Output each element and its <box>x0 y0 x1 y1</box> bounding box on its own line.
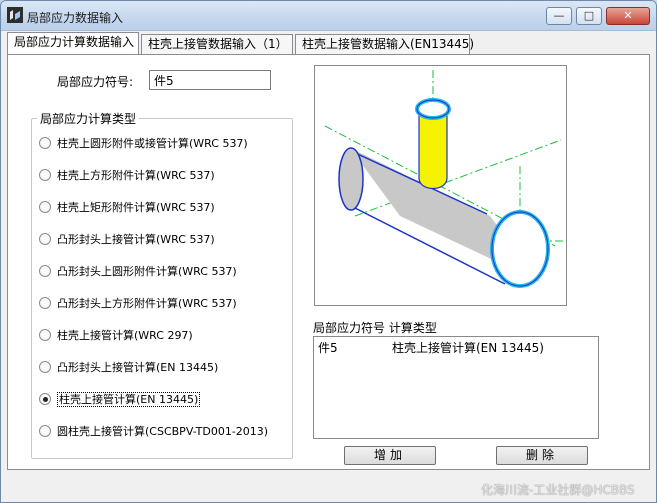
dialog-window: 局部应力数据输入 — □ ✕ 局部应力计算数据输入 柱壳上接管数据输入（1） 柱… <box>0 0 657 503</box>
symbol-input[interactable] <box>149 70 271 90</box>
title-bar[interactable]: 局部应力数据输入 — □ ✕ <box>1 1 656 31</box>
radio-button[interactable] <box>39 329 51 341</box>
radio-option[interactable]: 凸形封头上接管计算(EN 13445) <box>39 359 218 377</box>
radio-button[interactable] <box>39 201 51 213</box>
list-item-type: 柱壳上接管计算(EN 13445) <box>392 341 544 355</box>
radio-button[interactable] <box>39 393 51 405</box>
radio-label: 柱壳上圆形附件或接管计算(WRC 537) <box>57 137 248 150</box>
radio-label: 柱壳上方形附件计算(WRC 537) <box>57 169 215 182</box>
radio-label: 凸形封头上接管计算(WRC 537) <box>57 233 215 246</box>
watermark-text: 化海川流-工业社群@HCBBS <box>481 483 635 497</box>
radio-option[interactable]: 柱壳上接管计算(WRC 297) <box>39 327 193 345</box>
radio-label: 凸形封头上圆形附件计算(WRC 537) <box>57 265 237 278</box>
list-item-symbol: 件5 <box>318 341 338 355</box>
tab-shell-nozzle-input-en13445[interactable]: 柱壳上接管数据输入(EN13445) <box>295 34 474 54</box>
radio-label: 柱壳上矩形附件计算(WRC 537) <box>57 201 215 214</box>
window-title: 局部应力数据输入 <box>27 11 124 25</box>
list-header: 局部应力符号 计算类型 <box>313 321 437 335</box>
radio-label: 柱壳上接管计算(EN 13445) <box>57 392 201 407</box>
radio-button[interactable] <box>39 297 51 309</box>
radio-label: 柱壳上接管计算(WRC 297) <box>57 329 193 342</box>
stress-list[interactable]: 件5 柱壳上接管计算(EN 13445) <box>313 336 599 439</box>
radio-option[interactable]: 柱壳上圆形附件或接管计算(WRC 537) <box>39 135 248 153</box>
calc-type-group-title: 局部应力计算类型 <box>37 110 140 127</box>
radio-option[interactable]: 柱壳上方形附件计算(WRC 537) <box>39 167 215 185</box>
list-item[interactable]: 件5 柱壳上接管计算(EN 13445) <box>318 339 544 356</box>
radio-option[interactable]: 柱壳上矩形附件计算(WRC 537) <box>39 199 215 217</box>
delete-button[interactable]: 删除 <box>496 446 588 465</box>
radio-option[interactable]: 凸形封头上圆形附件计算(WRC 537) <box>39 263 237 281</box>
close-button[interactable]: ✕ <box>606 7 650 25</box>
nozzle-diagram <box>314 65 567 306</box>
radio-button[interactable] <box>39 233 51 245</box>
radio-label: 圆柱壳上接管计算(CSCBPV-TD001-2013) <box>57 425 269 438</box>
app-icon <box>7 7 23 23</box>
radio-option[interactable]: 柱壳上接管计算(EN 13445) <box>39 391 201 409</box>
maximize-button[interactable]: □ <box>576 7 602 25</box>
symbol-label: 局部应力符号: <box>57 75 134 89</box>
radio-button[interactable] <box>39 425 51 437</box>
radio-option[interactable]: 圆柱壳上接管计算(CSCBPV-TD001-2013) <box>39 423 268 441</box>
radio-button[interactable] <box>39 361 51 373</box>
radio-option[interactable]: 凸形封头上接管计算(WRC 537) <box>39 231 215 249</box>
radio-button[interactable] <box>39 265 51 277</box>
nozzle-on-cylinder-illustration <box>324 70 563 288</box>
add-button[interactable]: 增加 <box>344 446 436 465</box>
radio-option[interactable]: 凸形封头上方形附件计算(WRC 537) <box>39 295 237 313</box>
tab-local-stress-input[interactable]: 局部应力计算数据输入 <box>7 32 139 54</box>
shell-back-end <box>338 147 364 211</box>
minimize-button[interactable]: — <box>546 7 572 25</box>
radio-label: 凸形封头上方形附件计算(WRC 537) <box>57 297 237 310</box>
radio-button[interactable] <box>39 169 51 181</box>
nozzle-body <box>418 110 448 190</box>
radio-label: 凸形封头上接管计算(EN 13445) <box>57 361 219 374</box>
tab-shell-nozzle-input-1[interactable]: 柱壳上接管数据输入（1） <box>141 34 293 54</box>
radio-button[interactable] <box>39 137 51 149</box>
